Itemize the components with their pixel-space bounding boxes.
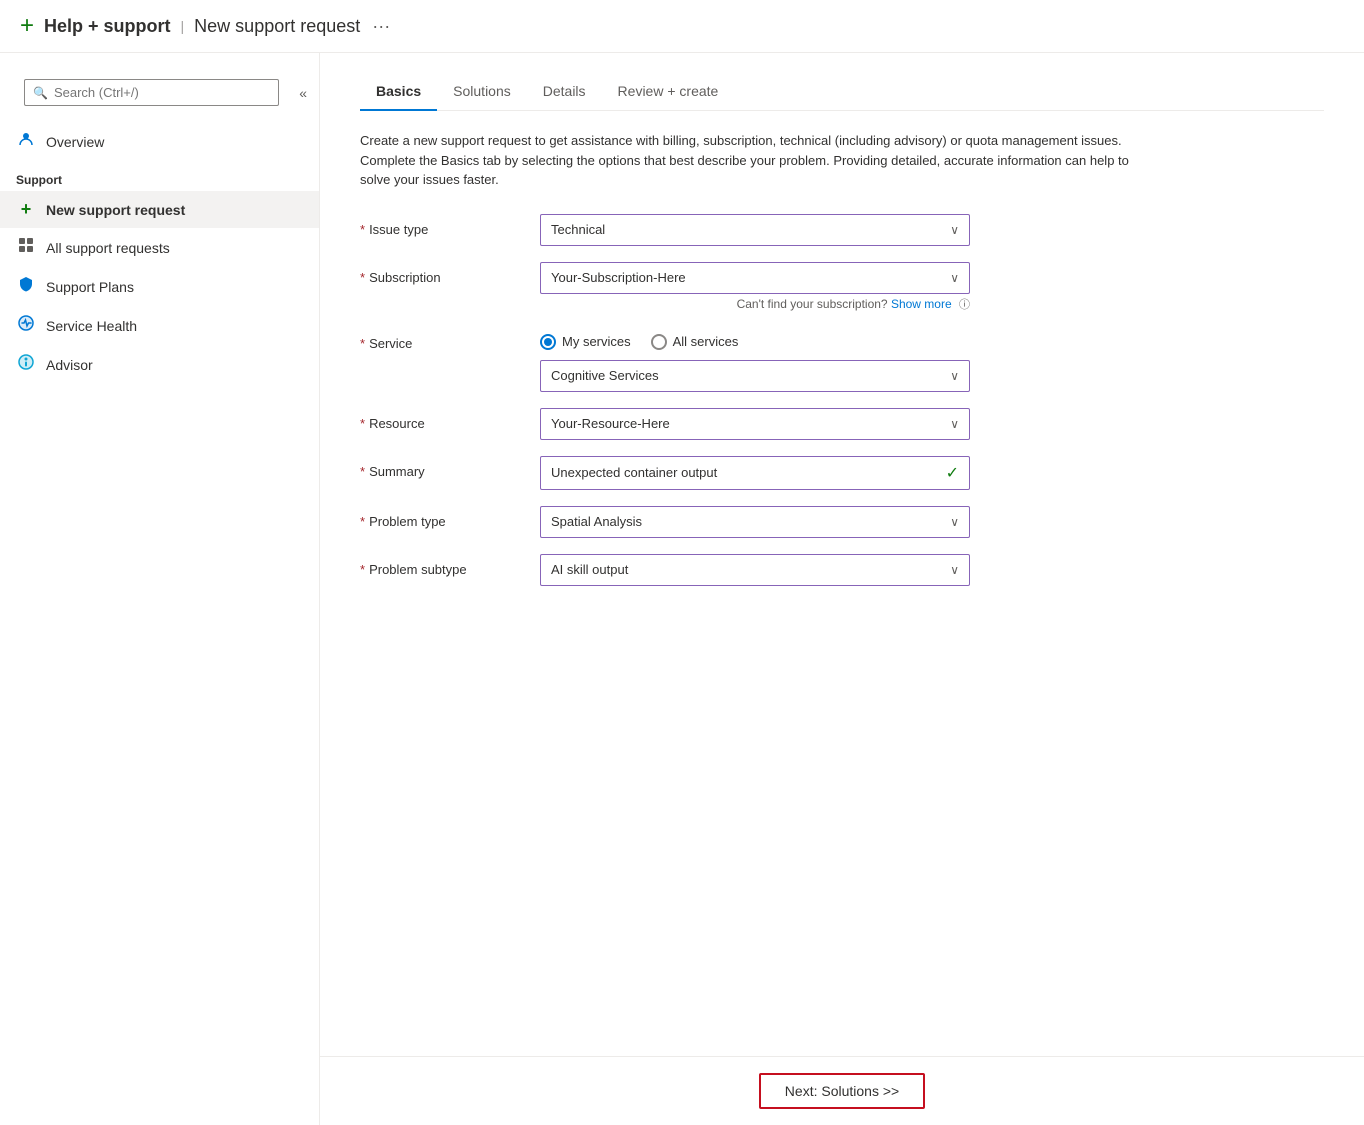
service-control: My services All services Cognitive Servi… — [540, 328, 970, 392]
tab-details[interactable]: Details — [527, 73, 602, 111]
sidebar: 🔍 « Overview Support + New support reque… — [0, 53, 320, 1125]
app-title: Help + support — [44, 16, 171, 37]
resource-value: Your-Resource-Here — [551, 416, 670, 431]
sidebar-item-plans[interactable]: Support Plans — [0, 267, 319, 306]
resource-chevron-icon: ∨ — [950, 417, 959, 431]
sidebar-item-overview[interactable]: Overview — [0, 122, 319, 161]
content-area: Basics Solutions Details Review + create… — [320, 53, 1364, 1125]
page-subtitle: New support request — [194, 16, 360, 37]
collapse-button[interactable]: « — [299, 85, 307, 101]
subscription-dropdown[interactable]: Your-Subscription-Here ∨ — [540, 262, 970, 294]
radio-all-services-circle — [651, 334, 667, 350]
subscription-hint: Can't find your subscription? Show more … — [540, 296, 970, 312]
support-form: *Issue type Technical ∨ *Subscription — [360, 214, 1324, 586]
tab-basics[interactable]: Basics — [360, 73, 437, 111]
new-support-label: New support request — [46, 202, 185, 218]
subscription-value: Your-Subscription-Here — [551, 270, 686, 285]
health-label: Service Health — [46, 318, 137, 334]
plans-icon — [16, 275, 36, 298]
description-line1: Create a new support request to get assi… — [360, 133, 1122, 148]
info-icon: ⓘ — [959, 299, 970, 311]
problem-type-dropdown[interactable]: Spatial Analysis ∨ — [540, 506, 970, 538]
service-row: *Service My services All services — [360, 328, 1324, 392]
search-icon: 🔍 — [33, 86, 48, 100]
summary-row: *Summary ✓ — [360, 456, 1324, 490]
issue-type-control: Technical ∨ — [540, 214, 970, 246]
help-plus-icon: + — [20, 12, 34, 40]
description-line2: Complete the Basics tab by selecting the… — [360, 153, 1129, 188]
form-description: Create a new support request to get assi… — [360, 131, 1140, 190]
issue-type-dropdown[interactable]: Technical ∨ — [540, 214, 970, 246]
subscription-label: *Subscription — [360, 262, 540, 285]
new-support-icon: + — [16, 199, 36, 220]
radio-my-services-label: My services — [562, 334, 631, 349]
sidebar-item-all-support[interactable]: All support requests — [0, 228, 319, 267]
problem-type-control: Spatial Analysis ∨ — [540, 506, 970, 538]
sidebar-item-advisor[interactable]: Advisor — [0, 345, 319, 384]
service-radio-group: My services All services — [540, 328, 970, 350]
service-label: *Service — [360, 328, 540, 351]
summary-input-wrapper: ✓ — [540, 456, 970, 490]
summary-input[interactable] — [551, 465, 946, 480]
radio-my-services-circle — [540, 334, 556, 350]
resource-row: *Resource Your-Resource-Here ∨ — [360, 408, 1324, 440]
all-support-label: All support requests — [46, 240, 170, 256]
issue-type-chevron-icon: ∨ — [950, 223, 959, 237]
problem-subtype-label: *Problem subtype — [360, 554, 540, 577]
subscription-control: Your-Subscription-Here ∨ Can't find your… — [540, 262, 970, 312]
title-separator: | — [181, 18, 185, 34]
resource-control: Your-Resource-Here ∨ — [540, 408, 970, 440]
tabs-bar: Basics Solutions Details Review + create — [360, 73, 1324, 111]
more-options-icon[interactable]: ··· — [372, 16, 390, 37]
problem-type-label: *Problem type — [360, 506, 540, 529]
problem-subtype-value: AI skill output — [551, 562, 628, 577]
problem-type-chevron-icon: ∨ — [950, 515, 959, 529]
summary-control: ✓ — [540, 456, 970, 490]
issue-type-row: *Issue type Technical ∨ — [360, 214, 1324, 246]
service-dropdown[interactable]: Cognitive Services ∨ — [540, 360, 970, 392]
overview-icon — [16, 130, 36, 153]
main-layout: 🔍 « Overview Support + New support reque… — [0, 53, 1364, 1125]
advisor-label: Advisor — [46, 357, 93, 373]
main-content: Basics Solutions Details Review + create… — [320, 53, 1364, 1056]
tab-solutions[interactable]: Solutions — [437, 73, 527, 111]
service-chevron-icon: ∨ — [950, 369, 959, 383]
page-header: + Help + support | New support request ·… — [0, 0, 1364, 53]
tab-review-create[interactable]: Review + create — [602, 73, 735, 111]
subscription-chevron-icon: ∨ — [950, 271, 959, 285]
search-input[interactable] — [54, 85, 270, 100]
subscription-row: *Subscription Your-Subscription-Here ∨ C… — [360, 262, 1324, 312]
plans-label: Support Plans — [46, 279, 134, 295]
bottom-bar: Next: Solutions >> — [320, 1056, 1364, 1125]
all-support-icon — [16, 236, 36, 259]
resource-label: *Resource — [360, 408, 540, 431]
issue-type-value: Technical — [551, 222, 605, 237]
overview-label: Overview — [46, 134, 104, 150]
problem-subtype-chevron-icon: ∨ — [950, 563, 959, 577]
problem-subtype-row: *Problem subtype AI skill output ∨ — [360, 554, 1324, 586]
support-section-label: Support — [0, 161, 319, 191]
next-solutions-button[interactable]: Next: Solutions >> — [759, 1073, 925, 1109]
sidebar-item-health[interactable]: Service Health — [0, 306, 319, 345]
problem-type-value: Spatial Analysis — [551, 514, 642, 529]
radio-all-services[interactable]: All services — [651, 334, 739, 350]
resource-dropdown[interactable]: Your-Resource-Here ∨ — [540, 408, 970, 440]
health-icon — [16, 314, 36, 337]
service-value: Cognitive Services — [551, 368, 659, 383]
radio-all-services-label: All services — [673, 334, 739, 349]
problem-subtype-dropdown[interactable]: AI skill output ∨ — [540, 554, 970, 586]
summary-label: *Summary — [360, 456, 540, 479]
problem-subtype-control: AI skill output ∨ — [540, 554, 970, 586]
search-box[interactable]: 🔍 — [24, 79, 279, 106]
sidebar-item-new-support[interactable]: + New support request — [0, 191, 319, 228]
show-more-link[interactable]: Show more — [891, 297, 952, 311]
advisor-icon — [16, 353, 36, 376]
radio-my-services[interactable]: My services — [540, 334, 631, 350]
summary-check-icon: ✓ — [946, 463, 959, 483]
problem-type-row: *Problem type Spatial Analysis ∨ — [360, 506, 1324, 538]
issue-type-label: *Issue type — [360, 214, 540, 237]
